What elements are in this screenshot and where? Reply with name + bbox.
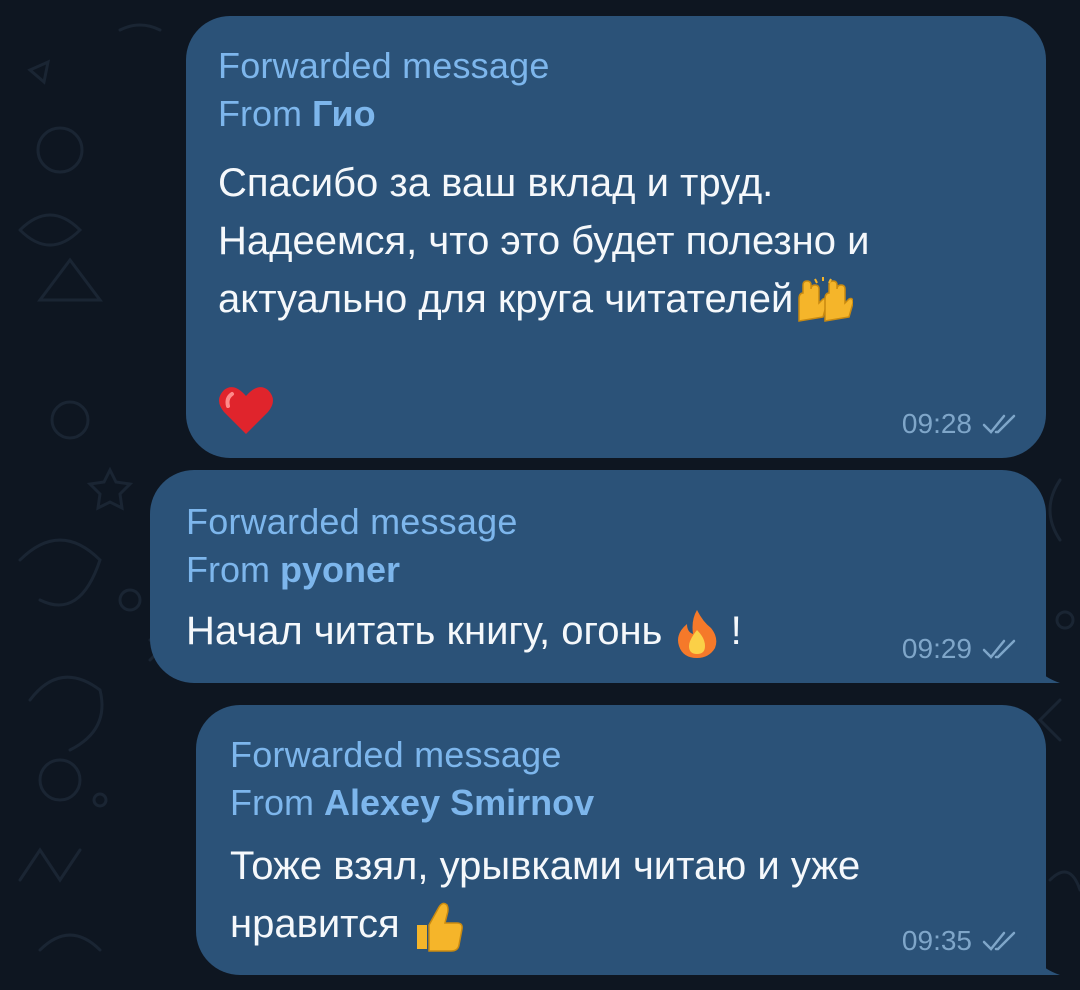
message-meta: 09:29 <box>902 633 1018 665</box>
message-line: Тоже взял, урывками читаю и уже <box>230 844 861 888</box>
sender-name[interactable]: Гио <box>312 93 376 134</box>
forwarded-from[interactable]: From Alexey Smirnov <box>230 779 1016 827</box>
from-prefix: From <box>186 549 270 590</box>
message-line: актуально для круга читателей <box>218 270 1016 328</box>
forwarded-label: Forwarded message <box>186 501 518 542</box>
message-meta: 09:28 <box>902 408 1018 440</box>
from-prefix: From <box>218 93 302 134</box>
bubble-tail <box>1026 935 1060 975</box>
message-text-part: Начал читать книгу, огонь <box>186 609 663 653</box>
forwarded-from[interactable]: From pyoner <box>186 546 1016 594</box>
read-double-check-icon <box>982 931 1016 951</box>
thumbs-up-icon <box>416 903 463 953</box>
message-time: 09:29 <box>901 633 972 664</box>
read-double-check-icon <box>982 414 1016 434</box>
sender-name[interactable]: Alexey Smirnov <box>324 782 594 823</box>
raising-hands-icon <box>798 277 854 323</box>
fire-icon <box>677 610 716 659</box>
bubble-tail <box>1026 643 1060 683</box>
message-time: 09:35 <box>901 925 972 956</box>
message-line: нравится <box>230 895 1016 953</box>
sender-name[interactable]: pyoner <box>280 549 400 590</box>
message-bubble[interactable]: Forwarded message From Гио Спасибо за ва… <box>186 16 1046 458</box>
message-time: 09:28 <box>901 408 972 439</box>
heart-icon[interactable] <box>218 384 274 436</box>
forwarded-label: Forwarded message <box>230 734 562 775</box>
message-line: Спасибо за ваш вклад и труд. <box>218 161 774 205</box>
message-bubble[interactable]: Forwarded message From pyoner Начал чита… <box>150 470 1060 683</box>
forwarded-from[interactable]: From Гио <box>218 90 1016 138</box>
message-text: Начал читать книгу, огонь ! <box>186 602 1016 660</box>
forwarded-label: Forwarded message <box>218 45 550 86</box>
message-text-part: ! <box>730 609 742 653</box>
message-text: Тоже взял, урывками читаю и уже нравится <box>230 837 1016 953</box>
read-double-check-icon <box>982 639 1016 659</box>
message-line: Надеемся, что это будет полезно и <box>218 219 870 263</box>
message-bubble[interactable]: Forwarded message From Alexey Smirnov То… <box>196 705 1060 975</box>
message-text: Спасибо за ваш вклад и труд. Надеемся, ч… <box>218 154 1016 328</box>
message-meta: 09:35 <box>902 925 1018 957</box>
from-prefix: From <box>230 782 314 823</box>
